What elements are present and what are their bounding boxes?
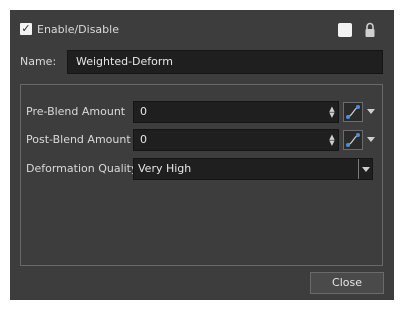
spin-arrows-icon[interactable]: ▲ ▼ [328, 134, 336, 147]
chevron-down-icon [362, 167, 370, 172]
color-swatch-icon[interactable] [338, 23, 352, 37]
deformation-quality-label: Deformation Quality [26, 162, 138, 175]
parameters-group: Pre-Blend Amount 0 ▲ ▼ Post-Blend Amount … [20, 84, 383, 266]
function-curve-button[interactable] [343, 102, 363, 122]
name-label: Name: [20, 55, 57, 68]
deformation-quality-select[interactable]: Very High [133, 158, 373, 180]
pre-blend-field[interactable]: 0 [133, 101, 339, 123]
close-button[interactable]: Close [310, 272, 384, 294]
enable-checkbox[interactable]: ✓ [20, 23, 32, 35]
layer-properties-dialog: ✓ Enable/Disable Name: Weighted-Deform P… [10, 10, 394, 300]
dropdown-arrow-icon[interactable] [367, 137, 375, 142]
enable-label: Enable/Disable [37, 23, 119, 36]
post-blend-field[interactable]: 0 [133, 129, 339, 151]
name-field[interactable]: Weighted-Deform [67, 50, 383, 74]
post-blend-label: Post-Blend Amount [26, 133, 131, 146]
select-dropdown-button[interactable] [358, 159, 372, 179]
pre-blend-label: Pre-Blend Amount [26, 105, 126, 118]
function-curve-icon [346, 133, 360, 147]
dropdown-arrow-icon[interactable] [367, 109, 375, 114]
function-curve-icon [346, 105, 360, 119]
function-curve-button[interactable] [343, 130, 363, 150]
lock-icon[interactable] [364, 22, 376, 38]
spin-arrows-icon[interactable]: ▲ ▼ [328, 106, 336, 119]
